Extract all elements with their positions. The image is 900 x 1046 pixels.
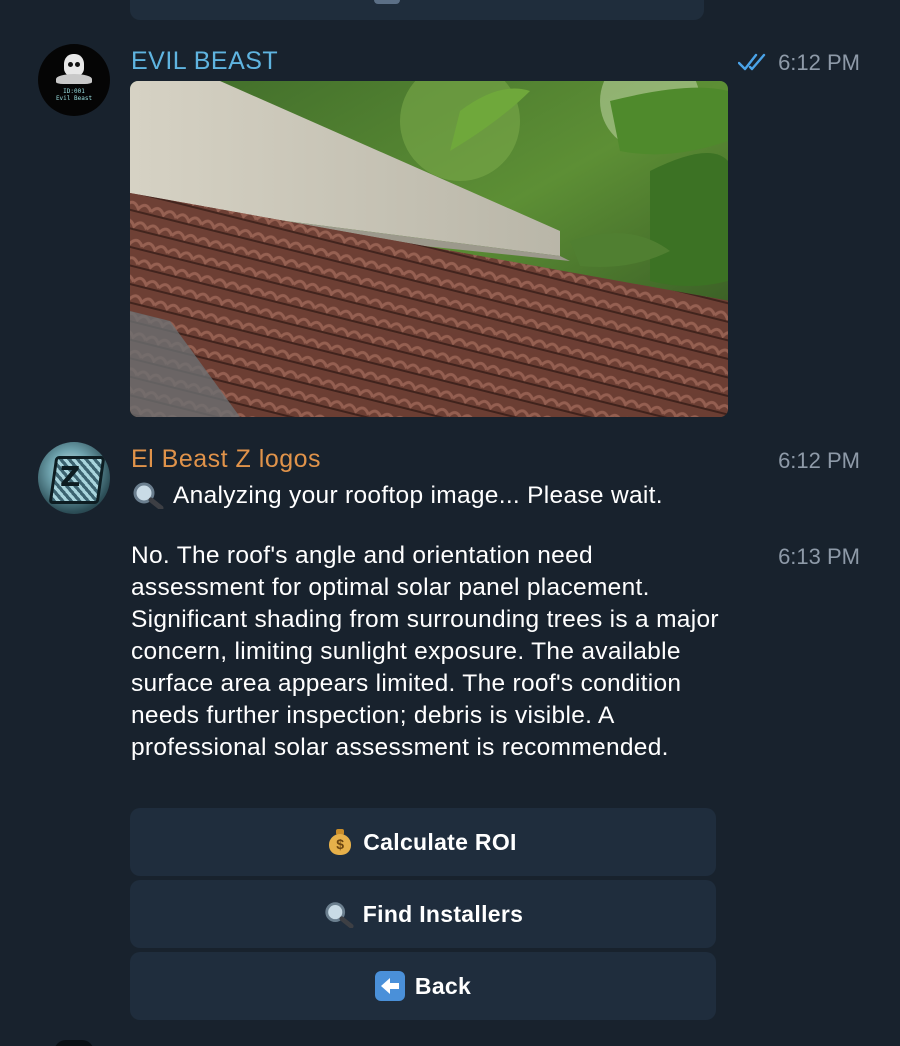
message-text: No. The roof's angle and orientation nee… — [131, 542, 719, 761]
sender-name[interactable]: EVIL BEAST — [131, 46, 278, 76]
skull-base-graphic — [56, 74, 92, 84]
message-time: 6:12 PM — [778, 50, 860, 75]
sender-name[interactable]: El Beast Z logos — [131, 444, 321, 474]
previous-keyboard-button[interactable] — [130, 0, 704, 20]
magnifier-icon — [133, 482, 164, 511]
calculate-roi-button[interactable]: Calculate ROI — [130, 808, 716, 876]
avatar-label-line: Evil Beast — [55, 95, 93, 102]
back-arrow-icon — [374, 971, 405, 1001]
message-text-body: Analyzing your rooftop image... Please w… — [173, 482, 663, 509]
button-label: Back — [414, 972, 472, 999]
message-time: 6:12 PM — [778, 448, 860, 473]
money-bag-icon — [329, 829, 352, 855]
avatar-label-line: ID:001 — [63, 88, 85, 95]
message-time: 6:13 PM — [778, 544, 860, 569]
message-text: Analyzing your rooftop image... Please w… — [131, 480, 751, 512]
button-emoji-icon — [374, 0, 400, 4]
back-button[interactable]: Back — [130, 952, 716, 1020]
rooftop-photo[interactable] — [130, 81, 728, 417]
double-check-icon — [738, 53, 766, 71]
button-label: Calculate ROI — [363, 828, 517, 855]
avatar-el-beast-z-logos[interactable]: Z — [38, 442, 110, 514]
next-message-avatar[interactable] — [54, 1040, 94, 1046]
avatar-evil-beast[interactable]: ID:001 Evil Beast — [38, 44, 110, 116]
chat-view: ID:001 Evil Beast EVIL BEAST 6:12 PM Z E… — [0, 0, 900, 1046]
button-label: Find Installers — [362, 900, 524, 927]
find-installers-button[interactable]: Find Installers — [130, 880, 716, 948]
avatar-logo-letter: Z — [60, 460, 81, 493]
rooftop-photo-image — [130, 81, 728, 417]
magnifier-icon — [325, 902, 354, 928]
skull-icon — [64, 54, 84, 76]
